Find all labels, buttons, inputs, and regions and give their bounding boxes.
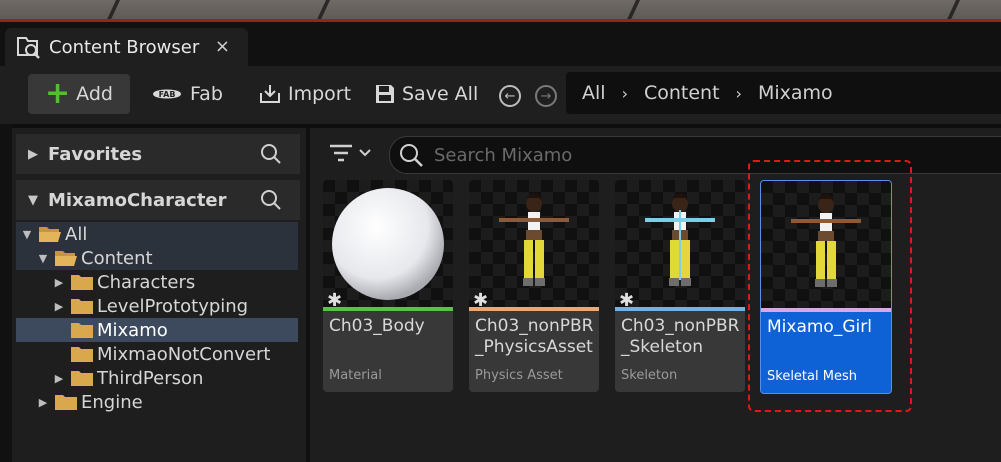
asset-type-stripe: [469, 307, 599, 311]
tree-item-label: Engine: [81, 391, 143, 413]
project-section-header[interactable]: ▼ MixamoCharacter: [16, 180, 300, 220]
collapse-arrow-icon: ▼: [22, 227, 32, 241]
breadcrumb-item[interactable]: Mixamo: [758, 82, 833, 104]
folder-icon: [71, 275, 93, 290]
asset-thumbnail: [761, 181, 891, 308]
asset-view: ✱ Ch03_Body Material ✱ Ch03_nonPBR_Physi…: [310, 128, 1001, 462]
tree-item-all[interactable]: ▼ All: [20, 222, 88, 246]
search-bar: [389, 136, 1001, 174]
save-all-button[interactable]: Save All: [374, 74, 478, 114]
save-icon: [376, 85, 394, 103]
asset-type: Material: [329, 368, 382, 383]
breadcrumb-separator-icon[interactable]: ›: [736, 84, 742, 103]
back-arrow-icon[interactable]: ←: [499, 85, 521, 107]
expand-arrow-icon: ▶: [38, 395, 48, 409]
filter-icon[interactable]: [328, 142, 376, 164]
tree-item-characters[interactable]: ▶ Characters: [52, 270, 195, 294]
svg-text:FAB: FAB: [159, 90, 176, 99]
asset-thumbnail: ✱: [469, 180, 599, 311]
content-browser-icon: [17, 37, 40, 59]
search-icon[interactable]: [260, 189, 282, 211]
tree-item-label: MixmaoNotConvert: [97, 343, 271, 365]
forward-arrow-icon[interactable]: →: [535, 85, 557, 107]
search-icon[interactable]: [260, 143, 282, 165]
close-icon[interactable]: ×: [215, 36, 230, 57]
fab-button[interactable]: FAB Fab: [150, 74, 223, 114]
folder-icon: [55, 395, 77, 410]
asset-thumbnail: ✱: [323, 180, 453, 311]
tree-item-label: Content: [81, 247, 153, 269]
asset-type-stripe: [323, 307, 453, 311]
tree-item-content[interactable]: ▼ Content: [36, 246, 153, 270]
folder-icon: [71, 347, 93, 362]
tab-title: Content Browser: [49, 36, 200, 58]
favorites-section-header[interactable]: ▶ Favorites: [16, 134, 300, 174]
plus-icon: +: [45, 76, 71, 111]
tree-item-label: ThirdPerson: [97, 367, 204, 389]
breadcrumb-separator-icon[interactable]: ›: [622, 84, 628, 103]
save-all-button-label: Save All: [402, 83, 479, 105]
tree-item-label: All: [65, 223, 88, 245]
import-button[interactable]: Import: [258, 74, 351, 114]
fab-logo-icon: FAB: [153, 89, 181, 99]
folder-icon: [71, 371, 93, 386]
asset-type: Physics Asset: [475, 368, 563, 383]
search-icon: [400, 144, 423, 167]
tree-item-label: Characters: [97, 271, 196, 293]
tree-item-thirdperson[interactable]: ▶ ThirdPerson: [52, 366, 204, 390]
tree-item-levelprototyping[interactable]: ▶ LevelPrototyping: [52, 294, 248, 318]
sources-panel: ▶ Favorites ▼ MixamoCharacter ▼ All ▼ Co…: [12, 128, 306, 462]
tree-item-engine[interactable]: ▶ Engine: [36, 390, 143, 414]
import-icon: [260, 85, 280, 103]
asset-type-stripe: [761, 308, 891, 312]
tree-item-label: LevelPrototyping: [97, 295, 249, 317]
expand-arrow-icon: ▶: [28, 146, 38, 162]
breadcrumb-item[interactable]: All: [582, 82, 606, 104]
asset-type: Skeleton: [621, 368, 678, 383]
panel-gutter: [0, 124, 12, 462]
asset-name: Ch03_Body: [329, 316, 425, 336]
viewport-preview-strip: [0, 0, 1001, 22]
folder-open-icon: [39, 227, 61, 242]
asset-name: Ch03_nonPBR_Skeleton: [621, 316, 740, 357]
expand-arrow-icon: ▶: [54, 275, 64, 289]
tab-content-browser[interactable]: Content Browser ×: [5, 28, 248, 66]
asset-tile[interactable]: ✱ Ch03_Body Material: [323, 180, 453, 392]
tree-item-mixmaonotconvert[interactable]: MixmaoNotConvert: [52, 342, 270, 366]
tab-bar: Content Browser ×: [0, 22, 1001, 66]
material-sphere-icon: [332, 188, 444, 300]
asset-tile-selected[interactable]: Mixamo_Girl Skeletal Mesh: [760, 180, 892, 394]
character-physics-icon: [499, 193, 569, 286]
collapse-arrow-icon: ▼: [38, 251, 48, 265]
favorites-label: Favorites: [48, 143, 143, 165]
folder-open-icon: [55, 251, 77, 266]
character-skeleton-icon: [645, 193, 715, 286]
import-button-label: Import: [288, 83, 352, 105]
asset-tile[interactable]: ✱ Ch03_nonPBR_Skeleton Skeleton: [615, 180, 745, 392]
folder-icon: [71, 299, 93, 314]
asset-type-stripe: [615, 307, 745, 311]
tree-item-mixamo[interactable]: Mixamo: [52, 318, 168, 342]
add-button[interactable]: + Add: [28, 74, 130, 114]
asset-type: Skeletal Mesh: [767, 369, 857, 384]
asset-tile[interactable]: ✱ Ch03_nonPBR_PhysicsAsset Physics Asset: [469, 180, 599, 392]
fab-button-label: Fab: [190, 83, 223, 105]
breadcrumb: All › Content › Mixamo: [566, 72, 1001, 114]
project-label: MixamoCharacter: [48, 189, 227, 211]
expand-arrow-icon: ▶: [54, 371, 64, 385]
collapse-arrow-icon: ▼: [28, 192, 38, 208]
breadcrumb-item[interactable]: Content: [644, 82, 720, 104]
expand-arrow-icon: ▶: [54, 299, 64, 313]
asset-name: Ch03_nonPBR_PhysicsAsset: [475, 316, 594, 357]
tree-item-label: Mixamo: [97, 319, 168, 341]
content-browser-toolbar: + Add FAB Fab Import Save All ← → All › …: [0, 66, 1001, 124]
character-mesh-icon: [791, 194, 861, 287]
asset-thumbnail: ✱: [615, 180, 745, 311]
asset-name: Mixamo_Girl: [767, 317, 872, 337]
add-button-label: Add: [76, 83, 113, 105]
search-input[interactable]: [432, 143, 936, 167]
folder-icon: [71, 323, 93, 338]
